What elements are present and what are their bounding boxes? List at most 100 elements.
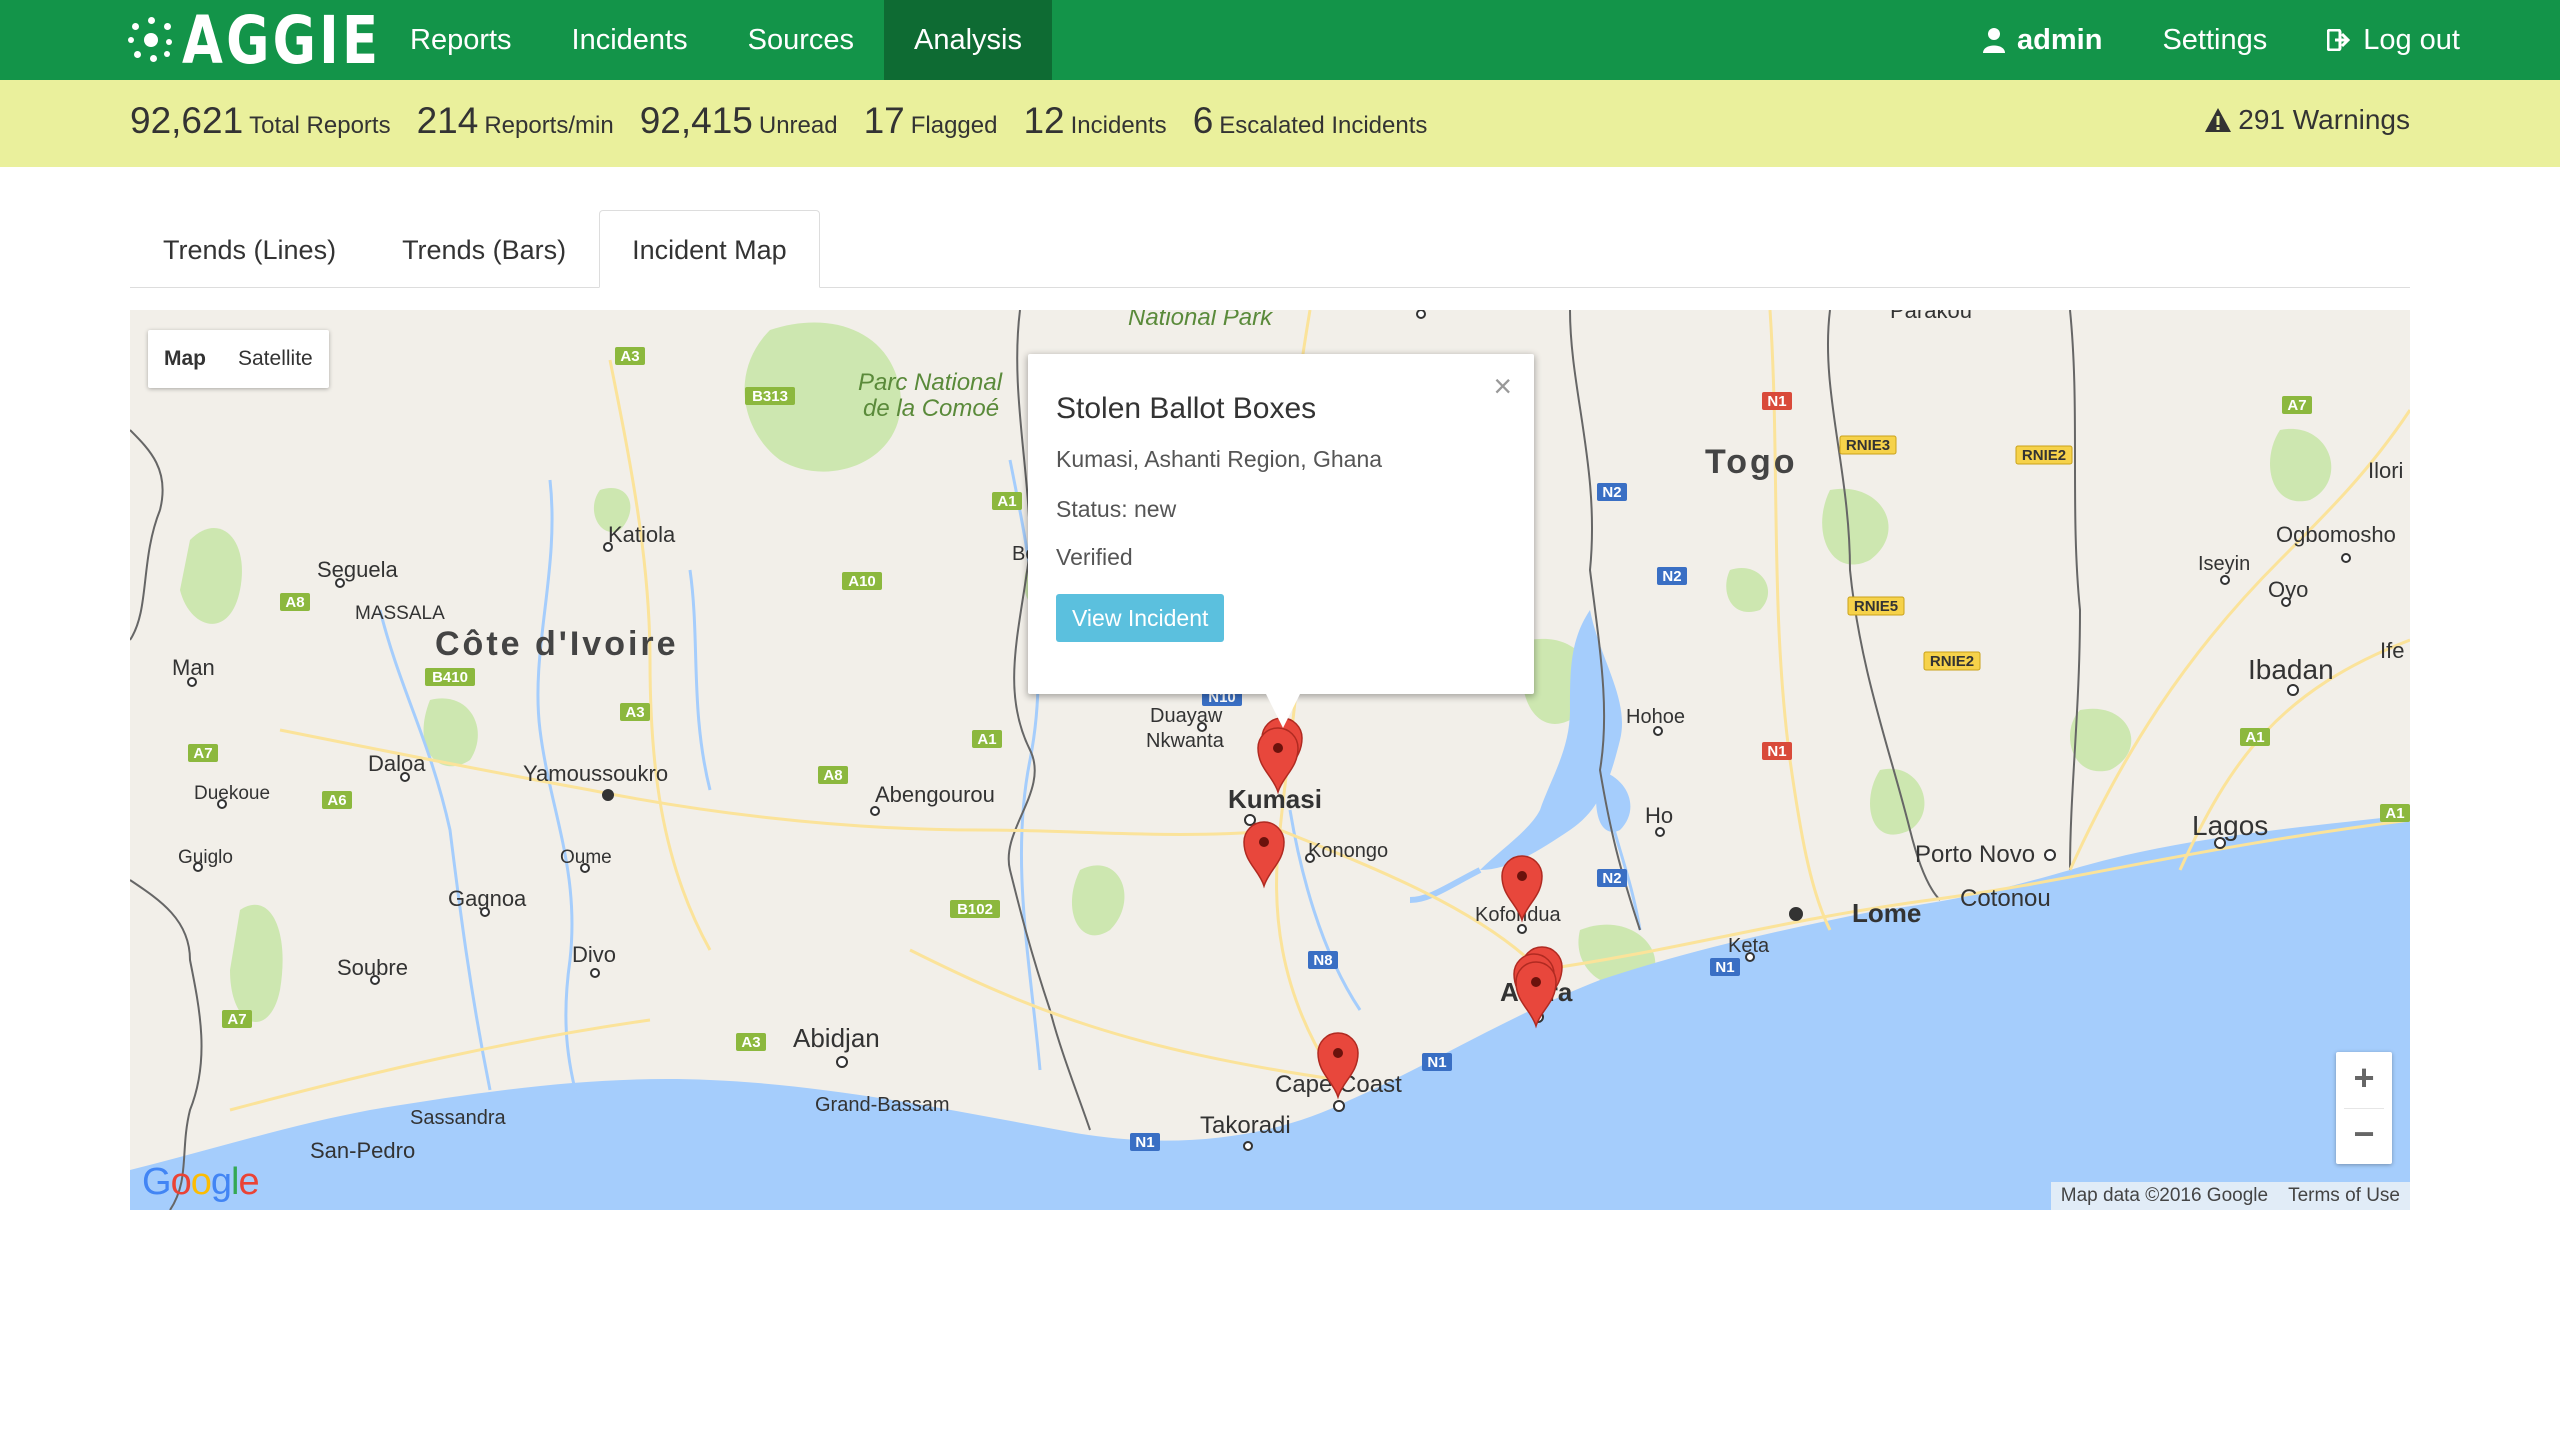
stat-label: Unread	[758, 112, 838, 139]
stat-number: 214	[416, 100, 479, 141]
user-menu[interactable]: admin	[1953, 0, 2132, 80]
google-logo[interactable]: Google	[142, 1161, 260, 1204]
road-shield: A7	[2287, 397, 2306, 414]
road-shield: N2	[1602, 870, 1621, 887]
logout-label: Log out	[2363, 24, 2460, 56]
label-gagnoa: Gagnoa	[448, 886, 527, 911]
nav-settings[interactable]: Settings	[2132, 0, 2297, 80]
stats-list: 92,621 Total Reports 214 Reports/min 92,41…	[130, 100, 1453, 142]
label-abengourou: Abengourou	[875, 782, 995, 807]
label-duayaw: Duayaw	[1150, 705, 1223, 727]
top-navbar: AGGIE Reports Incidents Sources Analysis…	[0, 0, 2560, 80]
road-shield: A8	[823, 767, 842, 784]
label-konongo: Konongo	[1308, 840, 1388, 862]
stat-number: 17	[863, 100, 905, 141]
stat-reports-per-min: 214 Reports/min	[417, 100, 614, 142]
road-shield: RNIE2	[2022, 447, 2066, 464]
tab-trends-lines[interactable]: Trends (Lines)	[130, 210, 369, 288]
zoom-out-button[interactable]: −	[2336, 1108, 2392, 1164]
nav-analysis[interactable]: Analysis	[884, 0, 1053, 80]
stat-label: Flagged	[910, 112, 998, 139]
view-incident-button[interactable]: View Incident	[1056, 594, 1225, 642]
warnings-link[interactable]: 291 Warnings	[2204, 104, 2410, 136]
label-parakou: Parakou	[1890, 310, 1972, 323]
stat-unread[interactable]: 92,415 Unread	[640, 100, 838, 142]
nav-reports[interactable]: Reports	[380, 0, 542, 80]
label-takoradi: Takoradi	[1200, 1112, 1291, 1139]
stat-total-reports[interactable]: 92,621 Total Reports	[130, 100, 391, 142]
road-shield: A1	[2385, 805, 2404, 822]
stat-incidents[interactable]: 12 Incidents	[1023, 100, 1166, 142]
road-shield: B410	[432, 669, 468, 686]
label-hohoe: Hohoe	[1626, 706, 1685, 728]
stat-number: 92,621	[130, 100, 244, 141]
road-shield: N2	[1662, 568, 1681, 585]
label-nkwanta: Nkwanta	[1146, 730, 1225, 752]
incident-map[interactable]: A3 B313 A1 A10 A8 B410 A3 A7 A6 A1 A8 B1…	[130, 310, 2410, 1210]
road-shield: A1	[977, 731, 996, 748]
incident-info-window: Stolen Ballot Boxes × Kumasi, Ashanti Re…	[1028, 354, 1534, 728]
user-nav: admin Settings Log out	[1953, 0, 2490, 80]
road-shield: N1	[1767, 393, 1786, 410]
zoom-control: + −	[2336, 1052, 2392, 1164]
label-katiola: Katiola	[608, 522, 676, 547]
warnings-count: 291 Warnings	[2238, 104, 2410, 135]
nav-sources[interactable]: Sources	[718, 0, 884, 80]
label-seguela: Seguela	[317, 557, 399, 582]
road-shield: A3	[741, 1034, 760, 1051]
map-data-attribution: Map data ©2016 Google	[2060, 1185, 2269, 1206]
road-shield: A1	[997, 493, 1016, 510]
terms-of-use-link[interactable]: Terms of Use	[2278, 1182, 2410, 1210]
stat-number: 92,415	[639, 100, 753, 141]
road-shield: A3	[620, 348, 639, 365]
stat-label: Escalated Incidents	[1219, 112, 1428, 139]
road-shield: N1	[1135, 1134, 1154, 1151]
label-parc: Parc National	[858, 369, 1003, 396]
label-guiglo: Guiglo	[178, 847, 233, 868]
label-lagos: Lagos	[2192, 810, 2268, 841]
incident-title: Stolen Ballot Boxes	[1056, 392, 1317, 425]
username: admin	[2017, 24, 2103, 56]
road-shield: N1	[1767, 743, 1786, 760]
label-san-pedro: San-Pedro	[310, 1138, 415, 1163]
stat-label: Reports/min	[484, 112, 614, 139]
label-national-park: National Park	[1128, 310, 1274, 331]
label-man: Man	[172, 655, 215, 680]
label-porto-novo: Porto Novo	[1915, 841, 2035, 868]
map-type-satellite-button[interactable]: Satellite	[222, 330, 329, 388]
zoom-in-button[interactable]: +	[2336, 1052, 2392, 1108]
road-shield: A3	[625, 704, 644, 721]
road-shield: RNIE2	[1930, 653, 1974, 670]
map-type-map-button[interactable]: Map	[148, 330, 222, 388]
road-shield: N2	[1602, 484, 1621, 501]
close-icon[interactable]: ×	[1493, 368, 1512, 405]
label-cotonou: Cotonou	[1960, 885, 2051, 912]
logout-icon	[2327, 29, 2351, 51]
label-grand-bassam: Grand-Bassam	[815, 1094, 950, 1116]
warning-icon	[2205, 108, 2232, 132]
tab-trends-bars[interactable]: Trends (Bars)	[369, 210, 599, 288]
road-shield: A1	[2245, 729, 2264, 746]
label-massala: MASSALA	[355, 603, 445, 624]
label-lome: Lome	[1852, 898, 1921, 928]
user-icon	[1983, 28, 2006, 53]
label-iseyin: Iseyin	[2198, 553, 2250, 575]
zoom-divider	[2344, 1108, 2384, 1109]
logout-link[interactable]: Log out	[2297, 0, 2490, 80]
road-shield: RNIE3	[1846, 437, 1890, 454]
label-yamoussoukro: Yamoussoukro	[523, 761, 668, 786]
label-togo: Togo	[1705, 443, 1798, 481]
road-shield: B102	[957, 901, 993, 918]
label-ife: Ife	[2380, 638, 2404, 663]
road-shield: A10	[848, 573, 876, 590]
stats-bar: 92,621 Total Reports 214 Reports/min 92,41…	[0, 80, 2560, 167]
tab-incident-map[interactable]: Incident Map	[599, 210, 820, 288]
label-comoe: de la Comoé	[863, 395, 999, 422]
road-shield: RNIE5	[1854, 598, 1898, 615]
main-nav: Reports Incidents Sources Analysis	[380, 0, 1053, 80]
label-duekoue: Duekoue	[194, 783, 270, 804]
stat-escalated-incidents[interactable]: 6 Escalated Incidents	[1193, 100, 1428, 142]
nav-incidents[interactable]: Incidents	[542, 0, 718, 80]
stat-flagged[interactable]: 17 Flagged	[864, 100, 998, 142]
incident-marker[interactable]	[1257, 727, 1299, 795]
